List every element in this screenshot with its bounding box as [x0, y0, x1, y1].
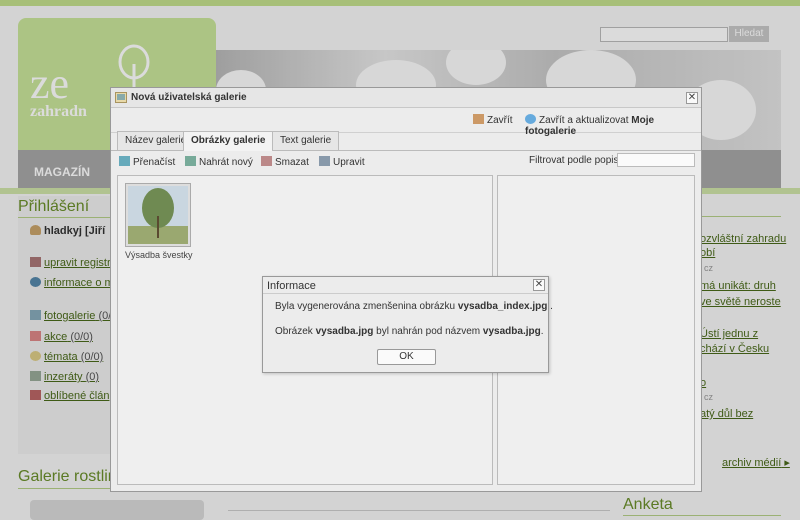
filter-label: Filtrovat podle popisu:	[529, 155, 627, 166]
gallery-window-icon	[115, 92, 127, 103]
info-dialog-close-x[interactable]: ✕	[533, 279, 545, 291]
plum-tree-photo	[128, 186, 188, 244]
msg-text: Byla vygenerována zmenšenina obrázku	[275, 301, 456, 312]
gallery-closebar: Zavřít Zavřít a aktualizovat Moje fotoga…	[111, 109, 701, 137]
edit-icon	[319, 156, 330, 166]
gallery-window-close-x[interactable]: ✕	[686, 92, 698, 104]
msg-text: Obrázek	[275, 326, 313, 337]
msg-text: .	[540, 326, 544, 337]
reload-label: Přenačíst	[133, 157, 176, 168]
info-dialog: Informace ✕ Byla vygenerována zmenšenina…	[262, 276, 553, 373]
edit-button[interactable]: Upravit	[319, 156, 365, 168]
msg-filename: vysadba_index.jpg	[457, 301, 548, 312]
reload-button[interactable]: Přenačíst	[119, 156, 175, 168]
filter-input[interactable]	[617, 153, 695, 167]
msg-filename: vysadba.jpg	[482, 326, 541, 337]
close-update-label: Zavřít a aktualizovat	[539, 115, 629, 126]
msg-filename: vysadba.jpg	[315, 326, 374, 337]
upload-button[interactable]: Nahrát nový	[185, 156, 253, 168]
msg-text: .	[550, 301, 553, 312]
close-label: Zavřít	[487, 115, 513, 126]
image-thumbnail[interactable]	[125, 183, 191, 247]
info-dialog-title: Informace	[267, 280, 316, 292]
tab-obrazky-galerie[interactable]: Obrázky galerie	[183, 131, 274, 151]
door-icon	[473, 114, 484, 124]
info-dialog-titlebar[interactable]: Informace ✕	[263, 277, 548, 294]
close-button[interactable]: Zavřít	[473, 114, 513, 126]
ok-button[interactable]: OK	[377, 349, 436, 365]
reload-icon	[119, 156, 130, 166]
upload-label: Nahrát nový	[199, 157, 253, 168]
msg-text: byl nahrán pod názvem	[376, 326, 481, 337]
info-message-line2: Obrázek vysadba.jpg byl nahrán pod názve…	[275, 326, 544, 337]
tab-text-galerie[interactable]: Text galerie	[272, 131, 340, 150]
delete-icon	[261, 156, 272, 166]
gallery-window-title: Nová uživatelská galerie	[131, 92, 247, 103]
delete-button[interactable]: Smazat	[261, 156, 309, 168]
upload-icon	[185, 156, 196, 166]
gallery-window-titlebar[interactable]: Nová uživatelská galerie ✕	[111, 88, 701, 108]
delete-label: Smazat	[275, 157, 309, 168]
image-caption: Výsadba švestky	[125, 250, 193, 260]
gallery-tabs: Název galerie Obrázky galerie Text galer…	[111, 131, 701, 151]
info-message-line1: Byla vygenerována zmenšenina obrázku vys…	[275, 301, 553, 312]
refresh-icon	[525, 114, 536, 124]
edit-label: Upravit	[333, 157, 365, 168]
